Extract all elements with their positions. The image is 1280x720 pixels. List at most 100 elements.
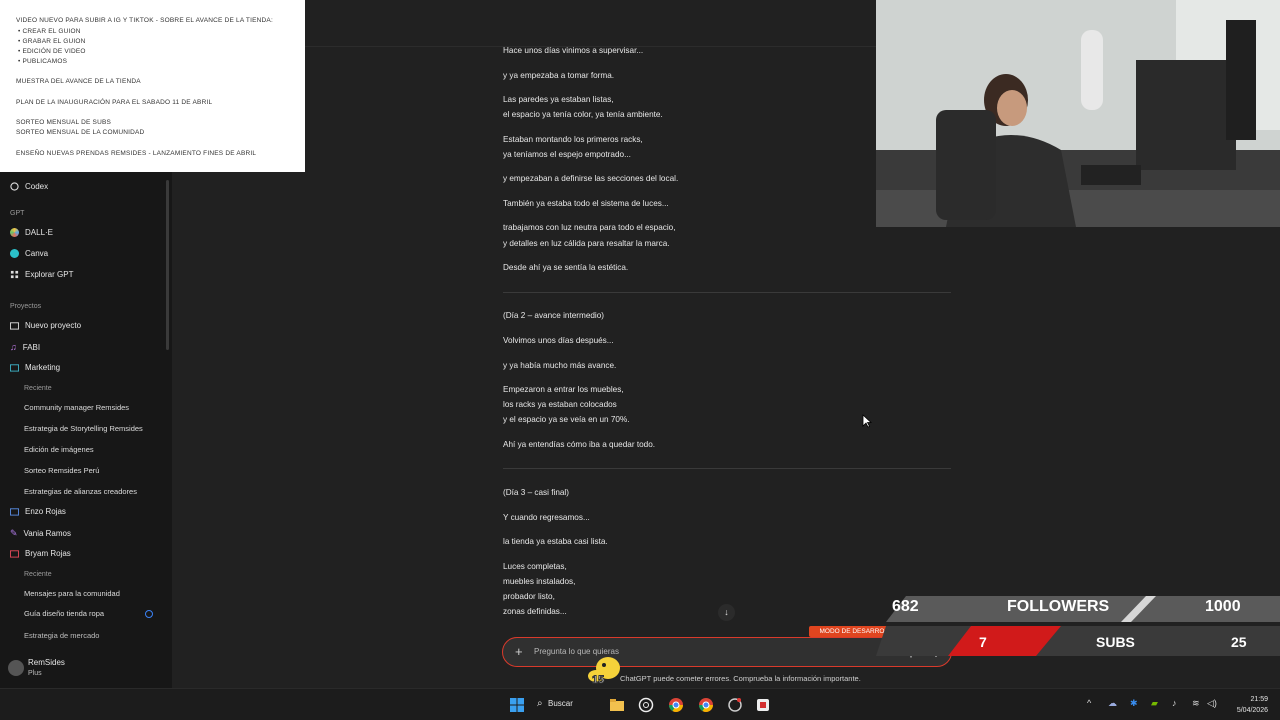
clock-date: 5/04/2026 [1236,707,1268,714]
sidebar-item-label: Codex [25,182,49,191]
subs-label: SUBS [1096,634,1135,650]
chevron-up-icon[interactable]: ^ [1087,698,1091,708]
chat-item[interactable]: Guía diseño tienda ropa [24,609,104,618]
sidebar-item-label: Enzo Rojas [25,507,66,516]
chat-item[interactable]: Estrategia de mercado [24,631,99,640]
notes-item: • EDICIÓN DE VIDEO [18,48,86,55]
dalle-icon [10,228,19,237]
search-icon[interactable]: ⌕ [537,698,543,709]
user-name[interactable]: RemSides [28,658,65,667]
wifi-icon[interactable]: ≋ [1192,698,1200,709]
section-divider [503,292,951,293]
message-line: y ya empezaba a tomar forma. [503,71,615,80]
subs-goal: 25 [1231,634,1247,650]
followers-label: FOLLOWERS [1007,598,1110,615]
sidebar-item-fabi[interactable]: ♫ FABI [10,342,40,352]
notes-line: PLAN DE LA INAUGURACIÓN PARA EL SABADO 1… [16,99,213,106]
sidebar-item-codex[interactable]: Codex [10,182,48,191]
notes-item: • GRABAR EL GUION [18,38,86,45]
chat-item[interactable]: Edición de imágenes [24,445,94,454]
section-divider [503,468,951,469]
message-line: Empezaron a entrar los muebles, [503,385,624,394]
sidebar-item-label: Vania Ramos [23,529,71,538]
message-line: (Día 2 – avance intermedio) [503,311,605,320]
sidebar-item-new-project[interactable]: Nuevo proyecto [10,321,81,330]
message-line: ya teníamos el espejo empotrado... [503,150,631,159]
chat-item[interactable]: Estrategia de Storytelling Remsides [24,424,143,433]
pencil-icon: ✎ [10,528,18,538]
sidebar-item-explore-gpt[interactable]: Explorar GPT [10,270,73,279]
arrow-down-icon: ↓ [724,607,729,617]
sidebar-item-label: Canva [25,249,49,258]
gpt-section-header: GPT [10,210,25,217]
bluetooth-icon[interactable]: ✱ [1130,698,1138,709]
chrome-icon[interactable] [668,697,684,713]
sidebar-item-dalle[interactable]: DALL·E [10,228,53,237]
plus-icon[interactable]: + [515,644,523,659]
sidebar-item-enzo[interactable]: Enzo Rojas [10,507,66,516]
user-plan: Plus [28,670,42,677]
chrome-icon-2[interactable] [698,697,714,713]
sidebar-item-label: Nuevo proyecto [25,321,82,330]
message-line: Estaban montando los primeros racks, [503,135,643,144]
volume-icon[interactable]: ◁) [1207,698,1217,709]
sidebar-item-bryam[interactable]: Bryam Rojas [10,549,71,558]
message-line: Hace unos días vinimos a supervisar... [503,46,644,55]
chat-item[interactable]: Community manager Remsides [24,403,129,412]
taskbar-search[interactable]: Buscar [548,699,573,708]
sidebar-item-marketing[interactable]: Marketing [10,363,60,372]
message-line: y empezaban a definirse las secciones de… [503,174,679,183]
sidebar-scrollbar[interactable] [166,180,169,350]
message-line: (Día 3 – casi final) [503,488,569,497]
message-line: Desde ahí ya se sentía la estética. [503,263,629,272]
message-line: probador listo, [503,592,555,601]
scroll-down-button[interactable]: ↓ [718,604,735,621]
sidebar-item-canva[interactable]: Canva [10,249,48,258]
folder-plus-icon [10,322,19,330]
chat-item[interactable]: Mensajes para la comunidad [24,589,120,598]
message-line: y el espacio ya se veía en un 70%. [503,415,630,424]
clock-time: 21:59 [1250,696,1268,703]
sidebar-item-label: Marketing [25,363,61,372]
projects-section-header: Proyectos [10,303,42,310]
message-line: muebles instalados, [503,577,576,586]
message-line: Luces completas, [503,562,567,571]
sticker-badge: 15 [591,674,605,687]
folder-icon [10,550,19,558]
notes-item: • PUBLICAMOS [18,58,68,65]
message-line: la tienda ya estaba casi lista. [503,537,608,546]
followers-count: 682 [892,598,919,615]
stream-goals: 682 FOLLOWERS 1000 7 SUBS 25 [876,594,1280,658]
notes-overlay: VIDEO NUEVO PARA SUBIR A IG Y TIKTOK - S… [0,0,305,172]
microphone-tray-icon[interactable]: ♪ [1172,698,1177,708]
sidebar-item-vania[interactable]: ✎ Vania Ramos [10,528,71,539]
chat-item[interactable]: Estrategias de alianzas creadores [24,487,137,496]
recent-header: Reciente [24,571,52,578]
file-explorer-icon[interactable] [609,697,625,713]
message-line: Ahí ya entendías cómo iba a quedar todo. [503,440,656,449]
notes-item: • CREAR EL GUION [18,28,81,35]
folder-icon [10,508,19,516]
subs-count: 7 [979,634,987,650]
settings-app-icon[interactable] [727,697,743,713]
app-icon[interactable] [755,697,771,713]
notes-title: VIDEO NUEVO PARA SUBIR A IG Y TIKTOK - S… [16,17,273,24]
avatar[interactable] [8,660,24,676]
message-line: los racks ya estaban colocados [503,400,617,409]
message-line: y ya había mucho más avance. [503,361,617,370]
nvidia-icon[interactable]: ▰ [1151,698,1158,709]
sidebar-item-label: Explorar GPT [25,270,74,279]
webcam-image [876,0,1280,227]
chatgpt-app-icon[interactable] [638,697,654,713]
message-line: También ya estaba todo el sistema de luc… [503,199,669,208]
codex-icon [10,182,19,191]
clock[interactable]: 21:59 5/04/2026 [1237,694,1268,716]
taskbar: ⌕ Buscar ^ ☁ ✱ ▰ ♪ ≋ ◁) 21:59 5/04/2026 [0,688,1280,720]
explore-icon [10,270,19,279]
chat-item[interactable]: Sorteo Remsides Perú [24,466,99,475]
sticker-overlay: 15 [586,654,624,690]
cloud-icon[interactable]: ☁ [1108,698,1117,709]
recent-header: Reciente [24,385,52,392]
message-line: el espacio ya tenía color, ya tenía ambi… [503,110,663,119]
windows-start-icon[interactable] [509,697,525,713]
